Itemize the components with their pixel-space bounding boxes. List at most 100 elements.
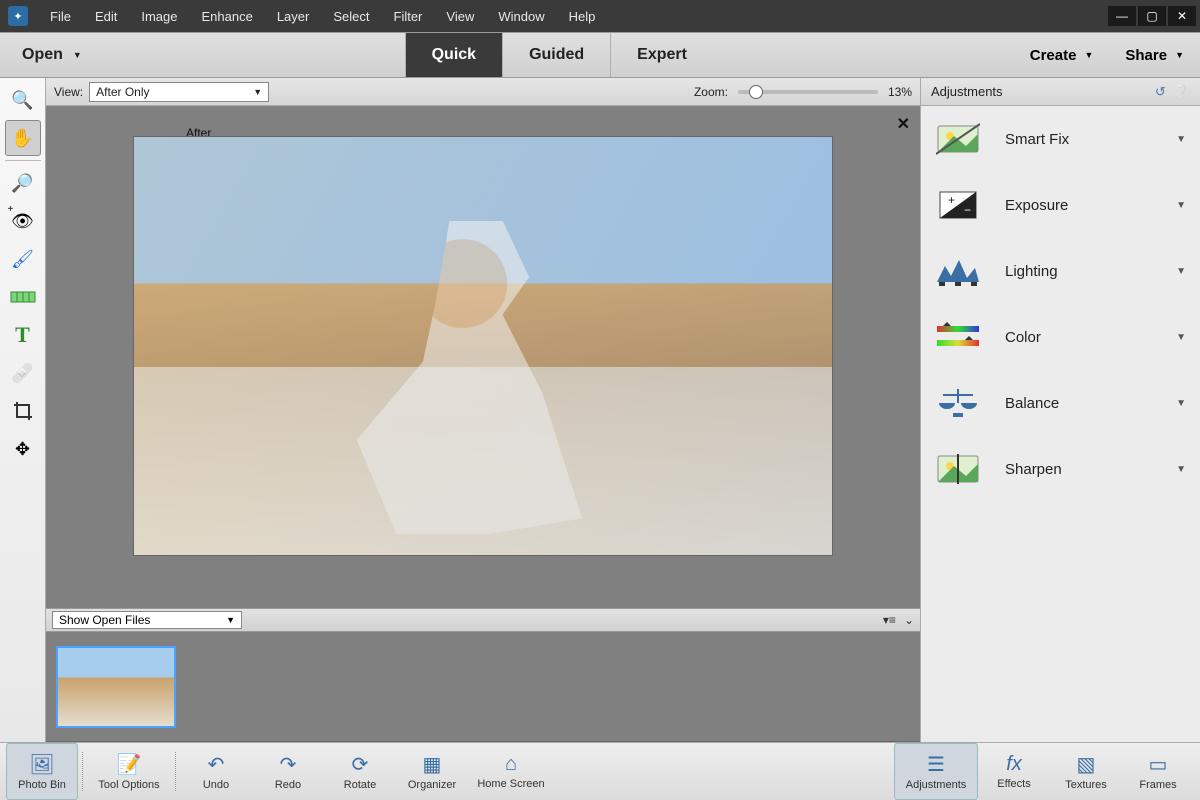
view-select[interactable]: After Only ▼	[89, 82, 269, 102]
crop-tool[interactable]	[5, 393, 41, 429]
bb-tool-options[interactable]: 📝Tool Options	[87, 743, 171, 800]
bb-textures[interactable]: ▧ Textures	[1050, 743, 1122, 800]
tool-palette: 🔍 ✋ 🔎 👁+ 🖌 T 🩹 ✥	[0, 78, 46, 742]
bb-effects[interactable]: fxEffects	[978, 743, 1050, 800]
menu-bar: ✦ File Edit Image Enhance Layer Select F…	[0, 0, 1200, 32]
adj-lighting[interactable]: Lighting ▼	[921, 238, 1200, 304]
textures-icon: ▧	[1077, 752, 1096, 777]
bb-label: Redo	[275, 779, 301, 791]
share-label: Share	[1125, 47, 1167, 64]
zoom-slider-thumb[interactable]	[749, 85, 763, 99]
panel-menu-icon[interactable]: ▾≡	[883, 613, 896, 627]
tab-expert[interactable]: Expert	[610, 33, 713, 77]
close-document-icon[interactable]: ✕	[897, 114, 910, 134]
share-button[interactable]: Share ▼	[1109, 33, 1200, 77]
zoom-tool[interactable]: 🔍	[5, 82, 41, 118]
bb-adjustments[interactable]: ☰ Adjustments	[894, 743, 978, 800]
move-tool[interactable]: ✥	[5, 431, 41, 467]
open-files-label: Show Open Files	[59, 613, 150, 627]
adj-smart-fix[interactable]: Smart Fix ▼	[921, 106, 1200, 172]
adj-label: Balance	[1005, 395, 1152, 412]
open-button[interactable]: Open ▼	[0, 33, 104, 77]
hand-tool[interactable]: ✋	[5, 120, 41, 156]
chevron-down-icon: ▼	[1175, 50, 1184, 60]
adj-balance[interactable]: Balance ▼	[921, 370, 1200, 436]
open-files-select[interactable]: Show Open Files ▼	[52, 611, 242, 629]
bb-redo[interactable]: ↷Redo	[252, 743, 324, 800]
help-icon[interactable]: ❔	[1174, 84, 1190, 100]
adjustments-title: Adjustments	[931, 84, 1003, 99]
quick-select-tool[interactable]: 🔎	[5, 165, 41, 201]
menu-select[interactable]: Select	[321, 0, 381, 32]
bb-separator	[82, 752, 83, 792]
chevron-down-icon: ▼	[1176, 332, 1186, 343]
chevron-down-icon: ▼	[253, 87, 262, 97]
open-label: Open	[22, 46, 63, 64]
canvas-area: After ✕	[46, 106, 920, 608]
menu-file[interactable]: File	[38, 0, 83, 32]
menu-view[interactable]: View	[434, 0, 486, 32]
smart-fix-icon	[935, 119, 981, 159]
tab-guided[interactable]: Guided	[502, 33, 610, 77]
balance-icon	[935, 383, 981, 423]
bb-label: Home Screen	[477, 778, 544, 790]
photo-bin	[46, 632, 920, 742]
window-minimize[interactable]: —	[1108, 6, 1136, 26]
sharpen-icon	[935, 449, 981, 489]
workspace-tabs: Quick Guided Expert	[405, 33, 713, 77]
straighten-tool[interactable]	[5, 279, 41, 315]
adj-exposure[interactable]: +− Exposure ▼	[921, 172, 1200, 238]
app-icon: ✦	[8, 6, 28, 26]
healing-tool[interactable]: 🩹	[5, 355, 41, 391]
chevron-down-icon: ▼	[73, 50, 82, 60]
menu-window[interactable]: Window	[486, 0, 556, 32]
bb-label: Frames	[1139, 779, 1176, 791]
menu-image[interactable]: Image	[129, 0, 189, 32]
thumbnail-1[interactable]	[56, 646, 176, 728]
home-icon: ⌂	[505, 753, 517, 776]
menu-layer[interactable]: Layer	[265, 0, 322, 32]
adj-label: Sharpen	[1005, 461, 1152, 478]
bb-undo[interactable]: ↶Undo	[180, 743, 252, 800]
tab-quick[interactable]: Quick	[405, 33, 502, 77]
organizer-icon: ▦	[423, 752, 442, 777]
rotate-icon: ⟳	[352, 752, 369, 777]
bb-frames[interactable]: ▭Frames	[1122, 743, 1194, 800]
menu-enhance[interactable]: Enhance	[190, 0, 265, 32]
tool-separator	[5, 160, 41, 161]
adj-sharpen[interactable]: Sharpen ▼	[921, 436, 1200, 502]
create-button[interactable]: Create▼	[1014, 33, 1110, 77]
chevron-down-icon: ▼	[1176, 464, 1186, 475]
brush-tool[interactable]: 🖌	[5, 241, 41, 277]
bb-label: Adjustments	[906, 779, 967, 791]
panel-collapse-icon[interactable]: ⌄	[904, 613, 914, 627]
chevron-down-icon: ▼	[1176, 398, 1186, 409]
window-maximize[interactable]: ▢	[1138, 6, 1166, 26]
bb-organizer[interactable]: ▦Organizer	[396, 743, 468, 800]
open-files-strip: Show Open Files ▼ ▾≡ ⌄	[46, 608, 920, 632]
eye-tool[interactable]: 👁+	[5, 203, 41, 239]
type-tool[interactable]: T	[5, 317, 41, 353]
bb-photo-bin[interactable]: 🖼Photo Bin	[6, 743, 78, 800]
menu-help[interactable]: Help	[557, 0, 608, 32]
adjustments-icon: ☰	[927, 752, 945, 777]
menu-edit[interactable]: Edit	[83, 0, 129, 32]
svg-text:+: +	[948, 193, 955, 207]
reset-icon[interactable]: ↺	[1155, 84, 1166, 100]
bb-rotate[interactable]: ⟳Rotate	[324, 743, 396, 800]
view-value: After Only	[96, 85, 149, 99]
zoom-label: Zoom:	[694, 85, 728, 99]
adj-color[interactable]: Color ▼	[921, 304, 1200, 370]
zoom-value: 13%	[888, 85, 912, 99]
window-close[interactable]: ✕	[1168, 6, 1196, 26]
zoom-slider[interactable]	[738, 90, 878, 94]
view-label: View:	[54, 85, 83, 99]
document-canvas[interactable]	[133, 136, 833, 556]
photo-bin-icon: 🖼	[29, 752, 54, 777]
chevron-down-icon: ▼	[1084, 50, 1093, 60]
menu-filter[interactable]: Filter	[382, 0, 435, 32]
mode-bar: Open ▼ Quick Guided Expert Create▼ Share…	[0, 32, 1200, 78]
adjustments-header: Adjustments ↺ ❔	[921, 78, 1200, 106]
bb-label: Textures	[1065, 779, 1107, 791]
bb-home[interactable]: ⌂ Home Screen	[468, 743, 554, 800]
